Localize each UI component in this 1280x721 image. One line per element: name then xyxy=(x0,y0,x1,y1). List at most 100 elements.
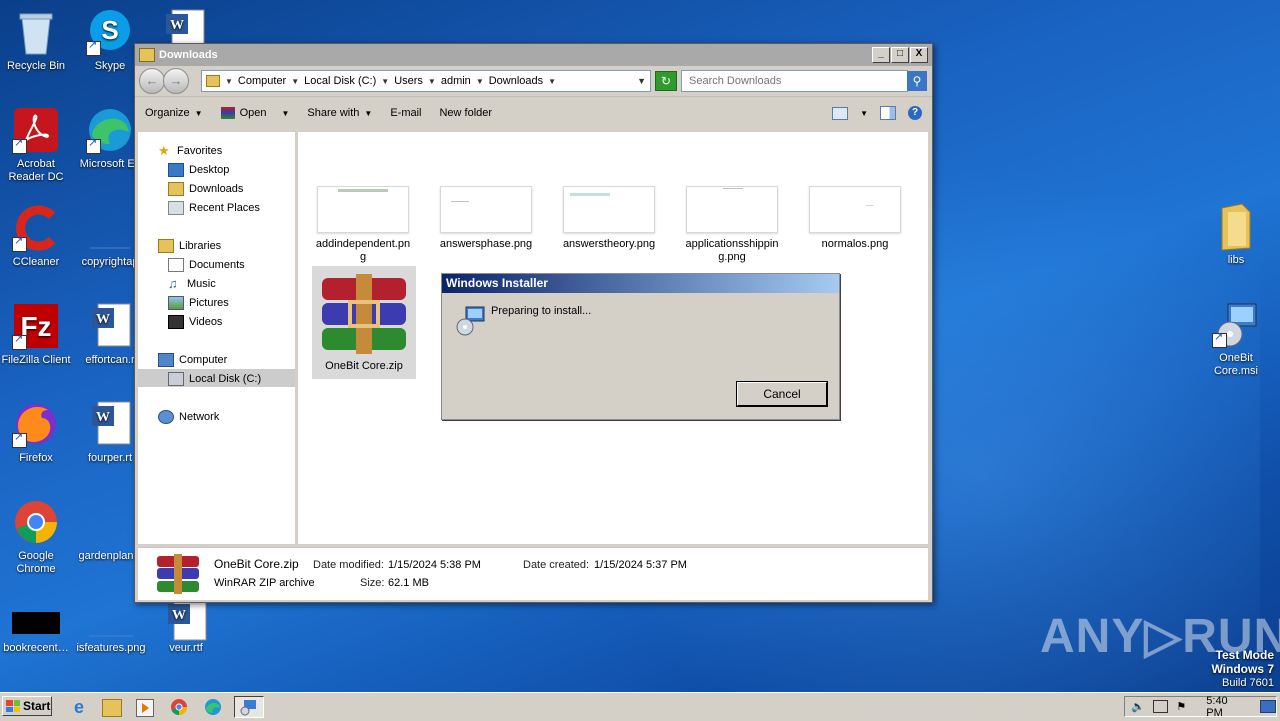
details-modified-value: 1/15/2024 5:38 PM xyxy=(388,559,481,571)
preview-pane-icon[interactable] xyxy=(880,106,896,120)
action-center-flag-icon[interactable]: ⚑ xyxy=(1176,700,1186,713)
nav-item-favorites[interactable]: ★ Favorites xyxy=(158,142,222,159)
nav-item-recent-places[interactable]: Recent Places xyxy=(168,199,260,216)
nav-item-downloads[interactable]: Downloads xyxy=(168,180,243,197)
nav-label: Local Disk (C:) xyxy=(189,372,262,385)
skype-icon: S xyxy=(86,8,134,56)
share-with-label: Share with xyxy=(307,107,360,119)
organize-button[interactable]: Organize ▼ xyxy=(145,107,203,119)
nav-item-computer[interactable]: Computer xyxy=(158,351,227,368)
desktop-icon-label: OneBit Core.msi xyxy=(1213,352,1258,377)
search-box[interactable] xyxy=(681,70,908,92)
breadcrumb-local-disk[interactable]: Local Disk (C:) xyxy=(304,75,376,87)
minimize-button[interactable]: _ xyxy=(872,47,890,63)
nav-label: Recent Places xyxy=(189,201,260,214)
computer-icon xyxy=(158,352,174,367)
open-button[interactable]: Open ▼ xyxy=(220,107,289,119)
ccleaner-icon xyxy=(12,204,60,252)
windows-installer-dialog[interactable]: Windows Installer Preparing to install..… xyxy=(441,273,840,420)
msi-installer-icon xyxy=(1212,300,1260,348)
desktop-icon-label: Acrobat Reader DC xyxy=(8,158,64,183)
chevron-down-icon[interactable]: ▼ xyxy=(281,109,289,118)
installer-taskbar-button[interactable] xyxy=(234,696,264,718)
help-icon[interactable]: ? xyxy=(908,106,922,120)
chevron-down-icon[interactable]: ▼ xyxy=(860,109,868,118)
cancel-button[interactable]: Cancel xyxy=(736,381,828,407)
chevron-down-icon[interactable]: ▼ xyxy=(428,77,436,86)
breadcrumb-computer[interactable]: Computer xyxy=(238,75,286,87)
nav-item-network[interactable]: Network xyxy=(158,408,219,425)
nav-item-music[interactable]: ♫ Music xyxy=(168,275,216,292)
file-item[interactable]: answersphase.png xyxy=(436,186,536,251)
explorer-taskbar-icon[interactable] xyxy=(102,699,122,717)
file-name: addindependent.png xyxy=(315,238,411,263)
search-icon[interactable]: ⚲ xyxy=(907,71,927,91)
chevron-down-icon[interactable]: ▼ xyxy=(381,77,389,86)
pictures-icon xyxy=(168,295,184,310)
chevron-down-icon[interactable]: ▼ xyxy=(476,77,484,86)
image-thumbnail xyxy=(440,186,532,233)
desktop-icon-veur[interactable]: W veur.rtf xyxy=(140,598,232,655)
search-input[interactable] xyxy=(687,74,881,88)
media-player-icon[interactable] xyxy=(136,699,154,717)
share-with-button[interactable]: Share with ▼ xyxy=(307,107,372,119)
internet-explorer-icon[interactable]: e xyxy=(68,696,90,718)
organize-label: Organize xyxy=(145,107,190,119)
show-desktop-icon[interactable] xyxy=(1260,700,1276,713)
forward-button[interactable]: → xyxy=(163,68,189,94)
nav-label: Desktop xyxy=(189,163,230,176)
maximize-button[interactable]: □ xyxy=(891,47,909,63)
desktop-icon-onebit-msi[interactable]: OneBit Core.msi xyxy=(1190,300,1280,378)
desktop-icon-libs[interactable]: libs xyxy=(1190,202,1280,267)
view-options-icon[interactable] xyxy=(832,106,849,120)
breadcrumb-downloads[interactable]: Downloads xyxy=(489,75,543,87)
nav-item-pictures[interactable]: Pictures xyxy=(168,294,229,311)
dialog-title[interactable]: Windows Installer xyxy=(442,274,839,293)
clock[interactable]: 5:40 PM xyxy=(1206,695,1246,719)
word-document-icon: W xyxy=(86,400,134,448)
image-thumbnail xyxy=(563,186,655,233)
address-bar[interactable]: ▼ Computer ▼ Local Disk (C:) ▼ Users ▼ a… xyxy=(201,70,651,92)
shortcut-arrow-icon xyxy=(86,39,101,56)
word-document-icon: W xyxy=(86,302,134,350)
file-item[interactable]: addindependent.png xyxy=(313,186,413,264)
chevron-down-icon[interactable]: ▼ xyxy=(291,77,299,86)
nav-item-libraries[interactable]: Libraries xyxy=(158,237,221,254)
network-tray-icon[interactable] xyxy=(1152,700,1169,713)
breadcrumb-admin[interactable]: admin xyxy=(441,75,471,87)
address-row: ← → ▼ Computer ▼ Local Disk (C:) ▼ Users… xyxy=(135,66,932,96)
file-item-selected[interactable]: OneBit Core.zip xyxy=(312,266,416,379)
email-button[interactable]: E-mail xyxy=(390,107,421,119)
svg-text:W: W xyxy=(96,312,110,327)
refresh-button[interactable]: ↻ xyxy=(655,71,677,91)
edge-taskbar-icon[interactable] xyxy=(204,698,226,720)
chevron-down-icon[interactable]: ▼ xyxy=(548,77,556,86)
music-icon: ♫ xyxy=(168,275,178,291)
nav-item-documents[interactable]: Documents xyxy=(168,256,245,273)
title-bar[interactable]: Downloads _ □ X xyxy=(135,44,932,66)
address-history-dropdown[interactable]: ▼ xyxy=(637,76,646,86)
breadcrumb-users[interactable]: Users xyxy=(394,75,423,87)
acrobat-icon xyxy=(12,106,60,154)
close-button[interactable]: X xyxy=(910,47,928,63)
windows-logo-icon xyxy=(6,700,20,712)
start-button[interactable]: Start xyxy=(2,696,52,716)
details-created-label: Date created: xyxy=(523,559,590,571)
nav-item-local-disk[interactable]: Local Disk (C:) xyxy=(168,370,261,387)
desktop-icon-label: Google Chrome xyxy=(16,550,56,575)
folder-icon xyxy=(1212,202,1260,251)
nav-item-videos[interactable]: Videos xyxy=(168,313,222,330)
volume-icon[interactable]: 🔈 xyxy=(1131,700,1145,713)
chrome-taskbar-icon[interactable] xyxy=(170,698,192,720)
file-item[interactable]: normalos.png xyxy=(805,186,905,251)
new-folder-button[interactable]: New folder xyxy=(439,107,492,119)
nav-label: Videos xyxy=(189,315,223,328)
back-button[interactable]: ← xyxy=(139,68,165,94)
file-item[interactable]: applicationsshipping.png xyxy=(682,186,782,264)
file-item[interactable]: answerstheory.png xyxy=(559,186,659,251)
chevron-down-icon: ▼ xyxy=(194,108,203,118)
nav-item-desktop[interactable]: Desktop xyxy=(168,161,229,178)
open-label: Open xyxy=(239,107,267,119)
libraries-icon xyxy=(158,238,174,253)
filezilla-icon: Fz xyxy=(12,302,60,350)
